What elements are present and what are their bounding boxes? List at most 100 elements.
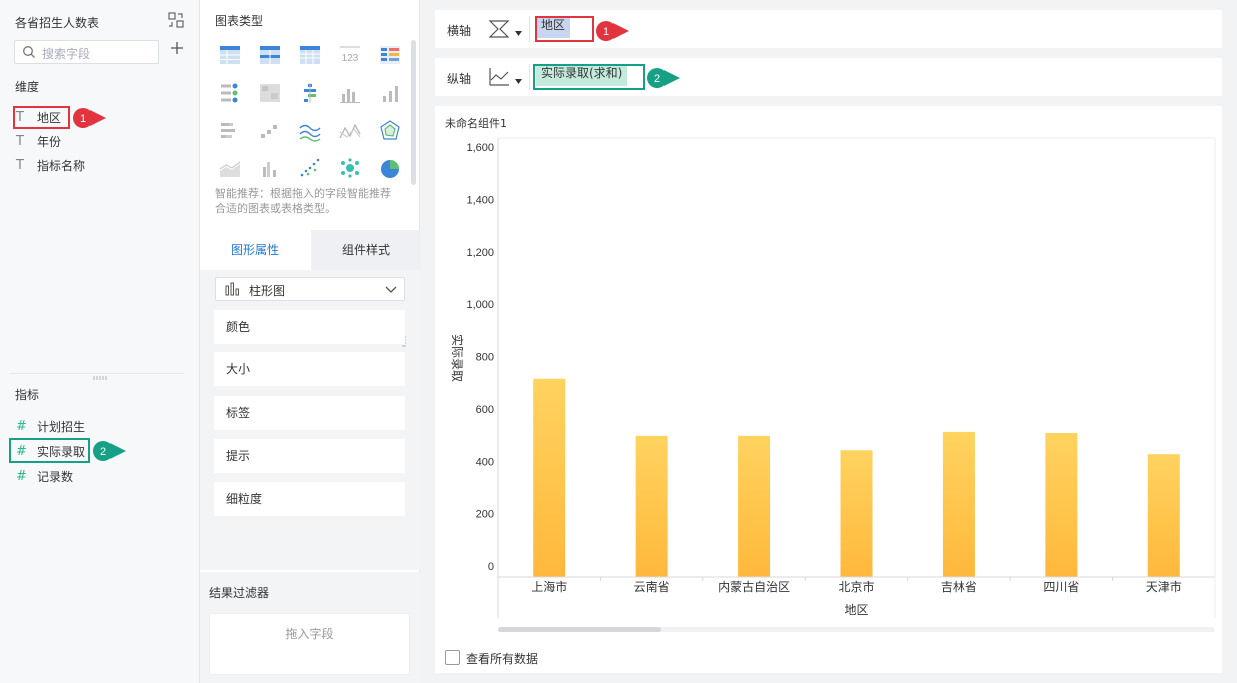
measure-field-record-count[interactable]: # 记录数 bbox=[16, 466, 73, 486]
smart-recommend-hint: 智能推荐：根据拖入的字段智能推荐合适的图表或表格类型。 bbox=[215, 187, 391, 215]
y-tick-label: 400 bbox=[476, 456, 494, 468]
field-search-input[interactable]: 搜索字段 bbox=[14, 40, 159, 64]
x-tick-label: 四川省 bbox=[1043, 580, 1079, 594]
x-tick-label: 内蒙古自治区 bbox=[718, 579, 790, 594]
bar bbox=[1045, 432, 1078, 577]
chart-type-value: 柱形图 bbox=[249, 284, 286, 298]
bar bbox=[635, 435, 668, 577]
bar bbox=[533, 378, 566, 577]
column-chart-icon bbox=[225, 282, 239, 296]
switch-dataset-icon[interactable] bbox=[168, 12, 184, 28]
number-type-icon: # bbox=[16, 468, 27, 484]
bar bbox=[738, 435, 771, 577]
tab-component-style[interactable]: 组件样式 bbox=[311, 230, 421, 270]
x-tick-label: 北京市 bbox=[838, 579, 874, 594]
cross-table-icon[interactable] bbox=[259, 44, 281, 66]
badge-number: 2 bbox=[100, 446, 106, 458]
waterfall-chart-icon[interactable] bbox=[259, 120, 281, 142]
dimension-field-indicator-name[interactable]: T 指标名称 bbox=[16, 155, 85, 175]
measures-heading: 指标 bbox=[15, 388, 40, 402]
highlight-box-x-field bbox=[535, 16, 594, 42]
panel-divider bbox=[10, 373, 184, 374]
x-tick-label: 上海市 bbox=[531, 579, 567, 594]
number-type-icon: # bbox=[16, 418, 27, 434]
scatter-chart-icon[interactable] bbox=[299, 157, 321, 179]
y-tick-label: 200 bbox=[476, 509, 494, 521]
bubble-chart-icon[interactable] bbox=[339, 157, 361, 179]
property-tabs: 图形属性 组件样式 bbox=[200, 230, 421, 270]
prop-granularity[interactable]: 细粒度 bbox=[214, 482, 405, 516]
bar-gray-icon[interactable] bbox=[339, 82, 361, 104]
y-tick-label: 1,400 bbox=[466, 194, 494, 206]
dimensions-heading: 维度 bbox=[15, 80, 40, 94]
prop-tooltip[interactable]: 提示 bbox=[214, 439, 405, 473]
y-tick-label: 800 bbox=[476, 352, 494, 364]
bar bbox=[1147, 454, 1180, 577]
result-filter-heading: 结果过滤器 bbox=[209, 586, 270, 600]
caret-down-icon[interactable] bbox=[515, 79, 522, 84]
y-tick-label: 1,600 bbox=[466, 142, 494, 154]
y-tick-label: 0 bbox=[488, 561, 494, 573]
chart-canvas: 未命名组件1 0 200 400 600 800 1,000 1,200 1,400 1,600… bbox=[435, 106, 1222, 673]
svg-text:123: 123 bbox=[342, 53, 359, 64]
bar-chart: 0 200 400 600 800 1,000 1,200 1,400 1,600 上海市 云南省… bbox=[450, 137, 1216, 618]
chart-type-select[interactable]: 柱形图 bbox=[215, 277, 405, 301]
filter-drop-zone[interactable]: 拖入字段 bbox=[209, 613, 410, 675]
axis-line-icon[interactable] bbox=[488, 67, 510, 87]
shelf-separator bbox=[529, 64, 530, 90]
y-tick-label: 600 bbox=[476, 404, 494, 416]
heatmap-chart-icon[interactable] bbox=[259, 82, 281, 104]
chevron-down-icon bbox=[385, 286, 397, 293]
search-icon bbox=[23, 46, 35, 58]
step-badge-2: 2 bbox=[93, 441, 126, 461]
detail-table-icon[interactable] bbox=[299, 44, 321, 66]
badge-number: 1 bbox=[80, 113, 86, 125]
kpi-table-icon[interactable] bbox=[379, 44, 401, 66]
prop-size[interactable]: 大小 bbox=[214, 352, 405, 386]
y-axis-label: 纵轴 bbox=[447, 72, 472, 86]
caret-down-icon[interactable] bbox=[515, 31, 522, 36]
grouped-bar-gray-icon[interactable] bbox=[259, 157, 281, 179]
step-badge-1: 1 bbox=[73, 108, 106, 128]
view-all-data-checkbox[interactable] bbox=[445, 650, 460, 665]
table-chart-icon[interactable] bbox=[219, 44, 241, 66]
bar bbox=[942, 431, 975, 577]
measure-field-planned[interactable]: # 计划招生 bbox=[16, 416, 85, 436]
kpi-number-icon[interactable]: 123 bbox=[339, 44, 361, 66]
radar-chart-icon[interactable] bbox=[379, 120, 401, 142]
badge-number: 1 bbox=[603, 26, 609, 38]
bar bbox=[840, 450, 873, 577]
chart-types-scrollbar[interactable] bbox=[411, 40, 416, 185]
axis-sort-icon[interactable] bbox=[488, 19, 510, 39]
y-tick-label: 1,200 bbox=[466, 247, 494, 259]
dot-matrix-icon[interactable] bbox=[299, 82, 321, 104]
dimension-field-year[interactable]: T 年份 bbox=[16, 131, 61, 151]
bullet-chart-icon[interactable] bbox=[219, 82, 241, 104]
stacked-bar-icon[interactable] bbox=[219, 120, 241, 142]
y-tick-label: 1,000 bbox=[466, 299, 494, 311]
field-panel: 各省招生人数表 搜索字段 维度 T 地区 1 T 年份 T 指标名称 指标 # … bbox=[0, 0, 200, 683]
resize-grip-icon[interactable] bbox=[93, 376, 107, 380]
pie-chart-icon[interactable] bbox=[379, 157, 401, 179]
view-all-data-label: 查看所有数据 bbox=[466, 652, 539, 666]
badge-number: 2 bbox=[654, 73, 660, 85]
add-field-icon[interactable] bbox=[170, 41, 184, 55]
step-badge-2: 2 bbox=[647, 68, 680, 88]
chart-horizontal-scrollbar[interactable] bbox=[498, 627, 1215, 632]
step-badge-1: 1 bbox=[596, 21, 629, 41]
highlight-box-region bbox=[13, 106, 70, 129]
scroll-thumb[interactable] bbox=[498, 627, 661, 632]
column-gray-icon[interactable] bbox=[379, 82, 401, 104]
y-axis-title: 实际录取 bbox=[450, 334, 465, 382]
prop-label[interactable]: 标签 bbox=[214, 396, 405, 430]
text-type-icon: T bbox=[16, 157, 24, 173]
x-tick-label: 天津市 bbox=[1146, 579, 1182, 594]
polyline-gray-icon[interactable] bbox=[339, 120, 361, 142]
area-gray-icon[interactable] bbox=[219, 157, 241, 179]
tab-graph-properties[interactable]: 图形属性 bbox=[200, 230, 310, 270]
chart-types-heading: 图表类型 bbox=[215, 14, 264, 28]
prop-color[interactable]: 颜色 bbox=[214, 310, 405, 344]
line-chart-icon[interactable] bbox=[299, 120, 321, 142]
x-tick-label: 吉林省 bbox=[941, 580, 977, 594]
highlight-box-actual bbox=[9, 438, 90, 463]
